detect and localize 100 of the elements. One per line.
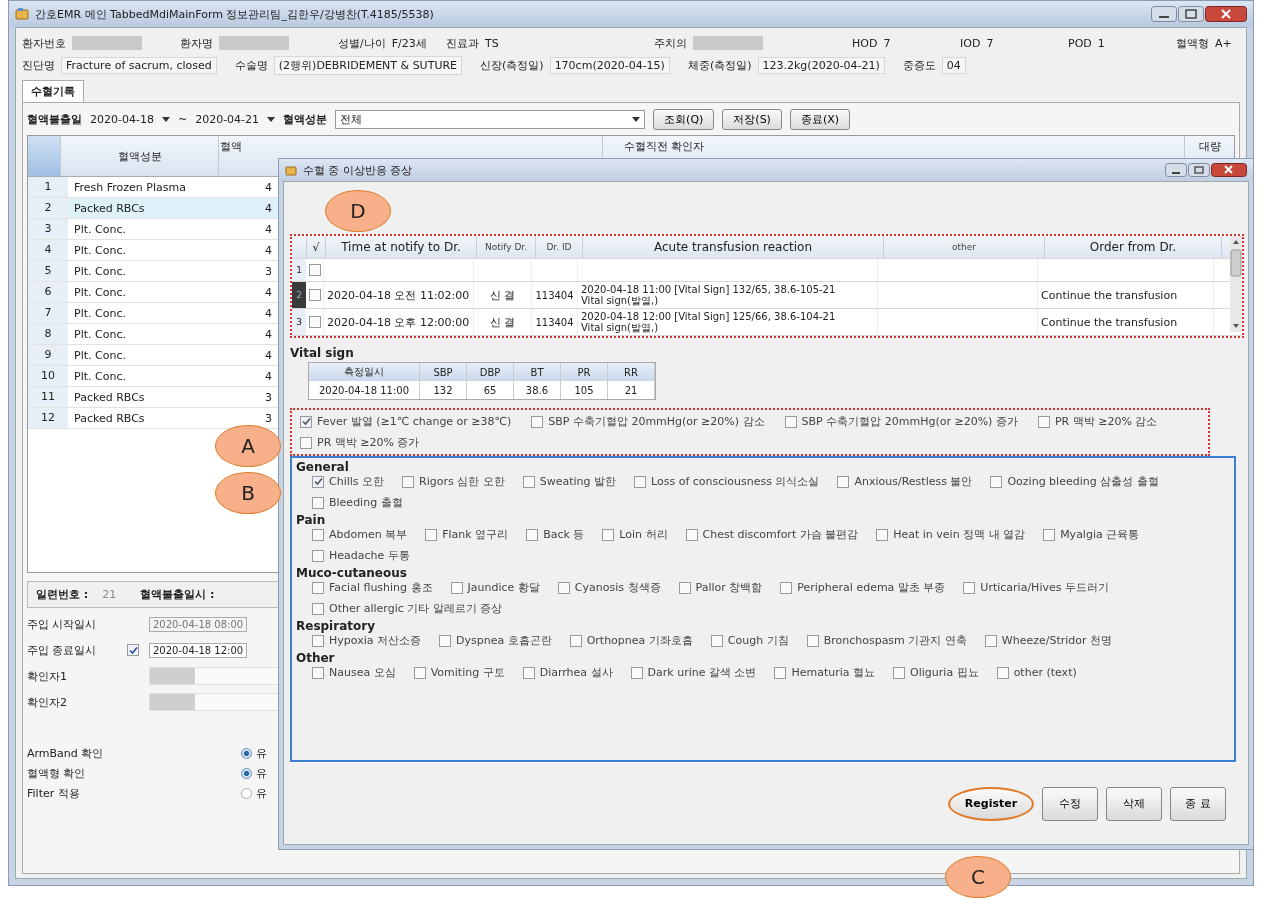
minimize-button[interactable] [1165,163,1187,177]
table-cell-text: 4 [264,369,273,383]
checkbox[interactable] [522,666,535,679]
checkbox[interactable] [450,581,463,594]
column-header: PR [561,363,608,381]
date-picker[interactable]: 2020-04-21 [195,112,276,126]
table-cell-text: Packed RBCs [73,390,146,404]
component-dropdown[interactable]: 전체 [335,109,646,129]
table-cell: 113404 [535,316,574,328]
close-button[interactable] [1211,163,1247,177]
radio-button[interactable] [241,768,252,779]
checkbox[interactable] [774,666,787,679]
checkbox[interactable] [1043,528,1056,541]
table-cell: 2020-04-18 11:00 [Vital Sign] 132/65, 38.6-105-21 [581,284,836,295]
row-header[interactable]: 3 [292,309,306,335]
checkbox[interactable] [784,415,797,428]
field-value: 7 [883,36,891,50]
checkbox[interactable] [309,316,321,328]
close-button[interactable] [1205,6,1247,22]
checkbox[interactable] [984,634,997,647]
checkbox[interactable] [990,475,1003,488]
row-number: 10 [28,366,68,386]
checkbox[interactable] [312,496,324,509]
dialog-button[interactable]: 수정 [1042,786,1098,821]
toolbar-button[interactable]: 종료(X) [789,108,851,130]
checkbox[interactable] [526,528,539,541]
row-header[interactable]: 1 [292,259,306,281]
circled-button[interactable]: Register [948,786,1034,821]
radio-button[interactable] [241,788,252,799]
checkbox[interactable] [531,415,544,428]
checkbox[interactable] [876,528,889,541]
checkbox-label: Cyanosis 청색증 [574,580,661,595]
checkbox[interactable] [402,475,415,488]
checkbox[interactable] [996,666,1009,679]
checkbox[interactable] [312,549,324,562]
input-field[interactable] [149,693,281,711]
checkbox[interactable] [602,528,615,541]
field-value: 04 [941,56,966,74]
maximize-button[interactable] [1178,6,1204,22]
table-cell-text: Plt. Conc. [73,306,127,320]
checkbox[interactable] [685,528,698,541]
table-cell-text: 4 [264,180,273,194]
checkbox[interactable] [678,581,691,594]
app-icon [15,8,29,20]
checkbox-label: Oliguria 핍뇨 [910,665,979,680]
dialog-button[interactable]: 삭제 [1106,786,1162,821]
toolbar-button[interactable]: 저장(S) [722,108,782,130]
checkbox[interactable] [309,264,321,276]
checkbox[interactable] [569,634,582,647]
checkbox[interactable] [806,634,819,647]
checkbox[interactable] [309,289,321,301]
maximize-button[interactable] [1188,163,1210,177]
date-picker[interactable]: 2020-04-18 [90,112,170,126]
checkbox[interactable] [300,436,312,449]
checkbox[interactable] [630,666,643,679]
table-cell-text: 3 [264,411,273,425]
checkbox-label: Jaundice 황달 [467,580,540,595]
column-header: RR [608,363,655,381]
checkbox-label: Vomiting 구토 [430,665,505,680]
checkbox[interactable] [312,666,324,679]
checkbox-label: Oozing bleeding 삼출성 출혈 [1007,474,1159,489]
checkbox[interactable] [893,666,906,679]
checkbox[interactable] [312,581,324,594]
field-label: 혈액형 확인 [27,766,87,781]
input-field[interactable] [149,667,281,685]
dialog-button[interactable]: 종 료 [1170,786,1226,821]
date-field[interactable]: 2020-04-18 12:00 [149,642,248,658]
field-value: 170cm(2020-04-15) [549,56,670,74]
checkbox[interactable] [780,581,793,594]
checkbox[interactable] [837,475,850,488]
checkbox-label: PR 맥박 ≥20% 증가 [317,435,420,450]
checkbox[interactable] [425,528,438,541]
checkbox[interactable] [312,602,324,615]
checkbox-label: Cough 기침 [727,633,789,648]
toolbar-button[interactable]: 조회(Q) [653,108,715,130]
checkbox[interactable] [522,475,535,488]
row-header[interactable]: 2 [292,282,306,308]
checkbox[interactable] [963,581,976,594]
field-value: 7 [986,36,994,50]
checkbox[interactable] [710,634,723,647]
checkbox[interactable] [634,475,647,488]
table-cell: 113404 [535,289,574,301]
table-cell-text: 4 [264,306,273,320]
table-cell: 2020-04-18 오전 11:02:00 [327,287,470,303]
field-label: 주입 시작일시 [27,616,98,632]
checkbox-label: PR 맥박 ≥20% 감소 [1054,414,1158,429]
checkbox[interactable] [312,475,324,488]
minimize-button[interactable] [1151,6,1177,22]
field-label: POD [1068,36,1092,50]
checkbox[interactable] [1037,415,1050,428]
checkbox[interactable] [413,666,426,679]
checkbox[interactable] [127,644,139,656]
checkbox[interactable] [300,415,312,428]
checkbox[interactable] [557,581,570,594]
radio-button[interactable] [241,748,252,759]
checkbox[interactable] [312,634,324,647]
checkbox[interactable] [312,528,324,541]
tab[interactable]: 수혈기록 [22,80,84,102]
checkbox[interactable] [438,634,451,647]
scrollbar[interactable] [1230,236,1242,332]
